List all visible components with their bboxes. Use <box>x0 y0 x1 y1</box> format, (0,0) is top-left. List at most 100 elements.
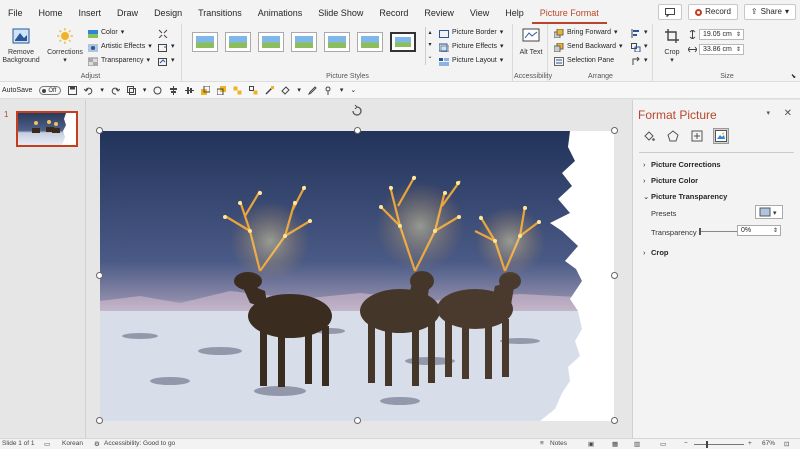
bring-forward-button[interactable]: Bring Forward ▾ <box>554 27 617 39</box>
crop-button[interactable]: Crop ▾ <box>660 28 684 65</box>
picture-layout-button[interactable]: Picture Layout ▾ <box>439 55 503 67</box>
align-middle-icon[interactable] <box>185 86 195 95</box>
picture-style-1[interactable] <box>192 32 218 52</box>
compress-pictures-button[interactable] <box>158 27 168 39</box>
language-indicator[interactable]: Korean <box>62 440 83 447</box>
reset-picture-button[interactable]: ▾ <box>158 55 175 67</box>
zoom-in-icon[interactable]: + <box>748 440 752 447</box>
picture-style-2[interactable] <box>225 32 251 52</box>
shape-fill-icon[interactable] <box>281 85 291 95</box>
resize-handle-right[interactable] <box>611 272 618 279</box>
pen-icon[interactable] <box>307 85 317 95</box>
rotate-handle-icon[interactable] <box>350 104 364 118</box>
zoom-slider[interactable] <box>694 444 744 445</box>
fit-slide-icon[interactable]: ⊡ <box>784 440 789 448</box>
section-picture-corrections[interactable]: › Picture Corrections <box>643 160 721 169</box>
align-center-icon[interactable] <box>169 85 178 95</box>
tab-animations[interactable]: Animations <box>250 0 311 24</box>
resize-handle-bottom-right[interactable] <box>611 417 618 424</box>
tab-transitions[interactable]: Transitions <box>190 0 250 24</box>
zoom-level[interactable]: 67% <box>762 440 775 447</box>
tab-help[interactable]: Help <box>497 0 532 24</box>
alt-text-button[interactable]: Alt Text <box>518 28 544 57</box>
tab-effects[interactable] <box>665 128 681 144</box>
transparency-button[interactable]: Transparency ▾ <box>88 55 150 67</box>
selection-pane-button[interactable]: Selection Pane <box>554 55 614 67</box>
reading-view-icon[interactable]: ▥ <box>634 440 640 448</box>
resize-handle-bottom-left[interactable] <box>96 417 103 424</box>
section-picture-transparency[interactable]: ⌄ Picture Transparency <box>643 192 727 201</box>
picture-effects-button[interactable]: Picture Effects ▾ <box>439 41 504 53</box>
group-icon[interactable] <box>233 86 242 95</box>
slide-thumbnail-1[interactable] <box>16 111 78 147</box>
chevron-down-icon[interactable]: ▾ <box>100 86 104 94</box>
notes-button[interactable]: Notes <box>550 440 567 447</box>
save-icon[interactable] <box>68 85 78 95</box>
picture-style-4[interactable] <box>291 32 317 52</box>
group-objects-button[interactable]: ▾ <box>631 41 648 53</box>
picture-style-7[interactable] <box>390 32 416 52</box>
spell-check-icon[interactable]: ▭ <box>44 440 50 448</box>
chevron-down-icon[interactable]: ▾ <box>340 86 344 94</box>
spinner-icon[interactable]: ⇕ <box>773 226 778 236</box>
color-button[interactable]: Color ▾ <box>88 27 124 39</box>
zoom-out-icon[interactable]: − <box>684 440 688 447</box>
copy-icon[interactable] <box>126 85 136 95</box>
spinner-icon[interactable]: ⇕ <box>736 45 741 55</box>
change-picture-button[interactable]: ▾ <box>158 41 175 53</box>
presets-dropdown[interactable]: ▾ <box>755 205 783 219</box>
normal-view-icon[interactable]: ▣ <box>588 440 594 448</box>
shape-height-input[interactable]: 19.05 cm ⇕ <box>699 29 744 40</box>
tab-slide-show[interactable]: Slide Show <box>310 0 371 24</box>
picture-style-5[interactable] <box>324 32 350 52</box>
artistic-effects-button[interactable]: Artistic Effects ▾ <box>88 41 152 53</box>
touch-mode-icon[interactable] <box>324 86 333 95</box>
rotate-button[interactable]: ▾ <box>631 55 648 67</box>
close-icon[interactable]: ✕ <box>784 108 792 119</box>
resize-handle-bottom[interactable] <box>354 417 361 424</box>
ungroup-icon[interactable] <box>249 85 258 95</box>
resize-handle-top-left[interactable] <box>96 127 103 134</box>
tab-draw[interactable]: Draw <box>109 0 146 24</box>
pane-options-chevron-icon[interactable]: ▾ <box>766 109 770 117</box>
shapes-icon[interactable] <box>153 86 162 95</box>
tab-view[interactable]: View <box>462 0 497 24</box>
transparency-slider[interactable] <box>699 228 737 235</box>
accessibility-status[interactable]: Accessibility: Good to go <box>104 440 175 447</box>
customize-toolbar-icon[interactable]: ⌄ <box>350 86 356 94</box>
section-crop[interactable]: › Crop <box>643 248 669 257</box>
format-painter-icon[interactable] <box>265 85 275 95</box>
redo-icon[interactable] <box>111 86 120 95</box>
tab-design[interactable]: Design <box>146 0 190 24</box>
picture-style-3[interactable] <box>258 32 284 52</box>
reindeer-photo[interactable] <box>100 131 614 421</box>
accessibility-icon[interactable]: ⚙ <box>94 440 100 448</box>
tab-picture[interactable] <box>713 128 729 144</box>
tab-file[interactable]: File <box>0 0 31 24</box>
send-backward-button[interactable]: Send Backward ▾ <box>554 41 623 53</box>
tab-insert[interactable]: Insert <box>71 0 110 24</box>
bring-to-front-icon[interactable] <box>217 85 227 95</box>
tab-record[interactable]: Record <box>371 0 416 24</box>
tab-review[interactable]: Review <box>416 0 462 24</box>
share-button[interactable]: ⇪ Share ▾ <box>743 4 796 20</box>
styles-gallery-scroll[interactable]: ▴ ▾ ⌄ <box>425 27 434 65</box>
chevron-down-icon[interactable]: ▾ <box>143 86 147 94</box>
record-button[interactable]: Record <box>688 4 738 20</box>
tab-picture-format[interactable]: Picture Format <box>531 0 607 24</box>
spinner-icon[interactable]: ⇕ <box>736 30 741 40</box>
resize-handle-left[interactable] <box>96 272 103 279</box>
slide-sorter-icon[interactable]: ▦ <box>612 440 618 448</box>
zoom-slider-thumb[interactable] <box>706 441 708 448</box>
picture-border-button[interactable]: Picture Border ▾ <box>439 27 503 39</box>
shape-width-input[interactable]: 33.86 cm ⇕ <box>699 44 744 55</box>
size-dialog-launcher[interactable]: ⬊ <box>791 73 796 80</box>
resize-handle-top-right[interactable] <box>611 127 618 134</box>
slide-show-icon[interactable]: ▭ <box>660 440 666 448</box>
transparency-input[interactable]: 0% ⇕ <box>737 225 781 236</box>
tab-fill-line[interactable] <box>641 128 657 144</box>
undo-icon[interactable] <box>84 86 93 95</box>
chevron-down-icon[interactable]: ▾ <box>297 86 301 94</box>
tab-home[interactable]: Home <box>31 0 71 24</box>
resize-handle-top[interactable] <box>354 127 361 134</box>
